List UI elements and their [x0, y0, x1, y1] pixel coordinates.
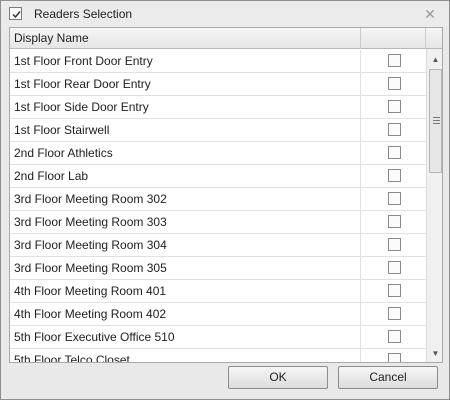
- reader-name-cell: 3rd Floor Meeting Room 302: [10, 188, 361, 210]
- reader-name-cell: 3rd Floor Meeting Room 304: [10, 234, 361, 256]
- readers-selection-dialog: Readers Selection ✕ Display Name 1st Flo…: [0, 0, 450, 400]
- ok-button[interactable]: OK: [228, 366, 328, 389]
- select-checkbox[interactable]: [388, 353, 401, 362]
- reader-name-cell: 5th Floor Executive Office 510: [10, 326, 361, 348]
- reader-name-cell: 1st Floor Rear Door Entry: [10, 73, 361, 95]
- select-checkbox[interactable]: [388, 192, 401, 205]
- reader-name-cell: 3rd Floor Meeting Room 303: [10, 211, 361, 233]
- select-checkbox[interactable]: [388, 169, 401, 182]
- select-cell: [361, 142, 426, 164]
- title-bar[interactable]: Readers Selection ✕: [1, 1, 449, 27]
- table-row[interactable]: 5th Floor Telco Closet: [10, 349, 426, 362]
- select-cell: [361, 326, 426, 348]
- close-icon[interactable]: ✕: [420, 5, 440, 23]
- select-checkbox[interactable]: [388, 215, 401, 228]
- column-header-selected[interactable]: [361, 28, 426, 49]
- select-checkbox[interactable]: [388, 146, 401, 159]
- select-cell: [361, 211, 426, 233]
- reader-name-cell: 2nd Floor Lab: [10, 165, 361, 187]
- grid-header: Display Name: [10, 28, 426, 49]
- reader-name-cell: 1st Floor Side Door Entry: [10, 96, 361, 118]
- table-row[interactable]: 2nd Floor Lab: [10, 165, 426, 188]
- select-cell: [361, 119, 426, 141]
- table-row[interactable]: 1st Floor Stairwell: [10, 119, 426, 142]
- select-cell: [361, 234, 426, 256]
- reader-name-cell: 5th Floor Telco Closet: [10, 349, 361, 362]
- select-checkbox[interactable]: [388, 123, 401, 136]
- table-row[interactable]: 3rd Floor Meeting Room 303: [10, 211, 426, 234]
- select-checkbox[interactable]: [388, 261, 401, 274]
- select-cell: [361, 257, 426, 279]
- select-checkbox[interactable]: [388, 100, 401, 113]
- table-row[interactable]: 3rd Floor Meeting Room 304: [10, 234, 426, 257]
- readers-grid: Display Name 1st Floor Front Door Entry 1…: [9, 27, 443, 363]
- scroll-down-icon[interactable]: ▼: [427, 346, 442, 361]
- select-cell: [361, 280, 426, 302]
- reader-name-cell: 4th Floor Meeting Room 401: [10, 280, 361, 302]
- reader-name-cell: 4th Floor Meeting Room 402: [10, 303, 361, 325]
- table-row[interactable]: 1st Floor Rear Door Entry: [10, 73, 426, 96]
- table-row[interactable]: 4th Floor Meeting Room 402: [10, 303, 426, 326]
- table-row[interactable]: 2nd Floor Athletics: [10, 142, 426, 165]
- select-cell: [361, 349, 426, 362]
- select-cell: [361, 303, 426, 325]
- select-checkbox[interactable]: [388, 238, 401, 251]
- table-row[interactable]: 5th Floor Executive Office 510: [10, 326, 426, 349]
- select-checkbox[interactable]: [388, 77, 401, 90]
- header-corner: [426, 28, 442, 49]
- column-header-display-name[interactable]: Display Name: [10, 28, 361, 49]
- select-cell: [361, 188, 426, 210]
- select-checkbox[interactable]: [388, 54, 401, 67]
- reader-name-cell: 3rd Floor Meeting Room 305: [10, 257, 361, 279]
- select-checkbox[interactable]: [388, 307, 401, 320]
- select-checkbox[interactable]: [388, 284, 401, 297]
- reader-name-cell: 1st Floor Stairwell: [10, 119, 361, 141]
- reader-name-cell: 2nd Floor Athletics: [10, 142, 361, 164]
- select-cell: [361, 165, 426, 187]
- grid-rows: 1st Floor Front Door Entry 1st Floor Rear…: [10, 50, 426, 362]
- table-row[interactable]: 1st Floor Side Door Entry: [10, 96, 426, 119]
- scroll-up-icon[interactable]: ▲: [427, 52, 442, 67]
- table-row[interactable]: 3rd Floor Meeting Room 305: [10, 257, 426, 280]
- table-row[interactable]: 3rd Floor Meeting Room 302: [10, 188, 426, 211]
- select-cell: [361, 96, 426, 118]
- table-row[interactable]: 4th Floor Meeting Room 401: [10, 280, 426, 303]
- grip-icon: [433, 117, 440, 124]
- scroll-thumb[interactable]: [429, 69, 442, 173]
- reader-name-cell: 1st Floor Front Door Entry: [10, 50, 361, 72]
- vertical-scrollbar[interactable]: ▲ ▼: [426, 49, 442, 362]
- select-checkbox[interactable]: [388, 330, 401, 343]
- select-cell: [361, 73, 426, 95]
- checkbox-icon: [9, 7, 22, 20]
- cancel-button[interactable]: Cancel: [338, 366, 438, 389]
- table-row[interactable]: 1st Floor Front Door Entry: [10, 50, 426, 73]
- select-cell: [361, 50, 426, 72]
- dialog-title: Readers Selection: [34, 7, 133, 21]
